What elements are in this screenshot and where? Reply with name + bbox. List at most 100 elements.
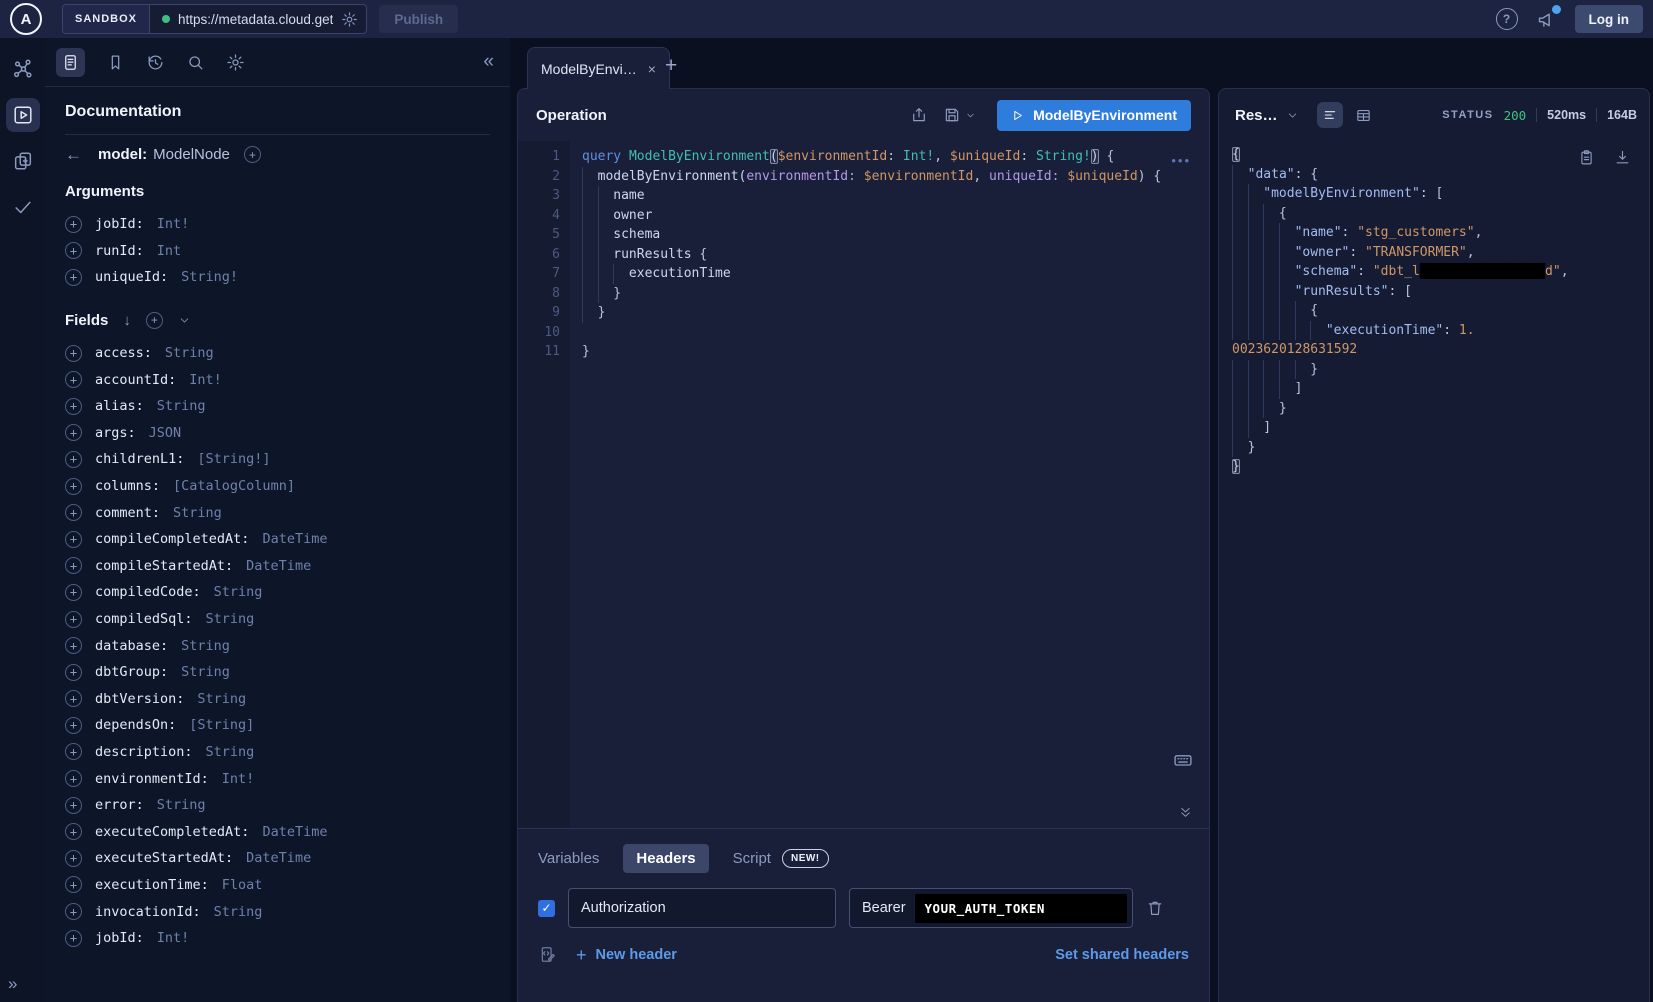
add-field-icon[interactable]: +	[65, 216, 82, 233]
add-field-icon[interactable]: +	[65, 930, 82, 947]
add-field-icon[interactable]: +	[65, 797, 82, 814]
new-header-button[interactable]: + New header	[576, 946, 677, 964]
close-icon[interactable]: ×	[648, 61, 656, 77]
add-field-icon[interactable]: +	[65, 242, 82, 259]
save-button[interactable]	[943, 106, 976, 124]
add-field-icon[interactable]: +	[65, 611, 82, 628]
rail-item-explorer[interactable]	[6, 98, 40, 132]
auth-token-value[interactable]: YOUR_AUTH_TOKEN	[915, 894, 1127, 923]
field-type-link[interactable]: Int!	[157, 930, 190, 946]
field-type-link[interactable]: DateTime	[262, 531, 327, 547]
expand-rail-button[interactable]: »	[0, 974, 17, 994]
editor-menu-button[interactable]: •••	[1171, 153, 1191, 168]
table-view-button[interactable]	[1355, 107, 1372, 124]
rail-item-schema[interactable]	[6, 52, 40, 86]
add-field-icon[interactable]: +	[65, 770, 82, 787]
argument-type-link[interactable]: Int!	[157, 216, 190, 232]
add-field-icon[interactable]: +	[65, 584, 82, 601]
field-type-link[interactable]: Float	[222, 877, 263, 893]
add-field-icon[interactable]: +	[65, 903, 82, 920]
add-field-icon[interactable]: +	[65, 823, 82, 840]
field-type-link[interactable]: JSON	[149, 425, 182, 441]
graphql-editor[interactable]: ••• 1query ModelByEnvironment($environme…	[518, 141, 1209, 828]
history-button[interactable]	[146, 53, 165, 72]
add-field-icon[interactable]: +	[65, 743, 82, 760]
help-icon[interactable]: ?	[1496, 8, 1518, 30]
header-enabled-checkbox[interactable]: ✓	[538, 900, 555, 917]
add-field-icon[interactable]: +	[65, 876, 82, 893]
new-tab-button[interactable]: +	[665, 55, 677, 76]
field-type-link[interactable]: String	[181, 664, 230, 680]
add-field-icon[interactable]: +	[65, 371, 82, 388]
add-all-fields-icon[interactable]: +	[146, 312, 163, 329]
add-field-icon[interactable]: +	[65, 850, 82, 867]
field-type-link[interactable]: String	[206, 611, 255, 627]
tab-script[interactable]: Script	[733, 850, 771, 867]
header-key-input[interactable]: Authorization	[568, 888, 836, 928]
rail-item-collections[interactable]	[6, 144, 40, 178]
add-field-icon[interactable]: +	[65, 398, 82, 415]
collapse-bottom-panel-button[interactable]	[1178, 805, 1193, 820]
add-field-icon[interactable]: +	[65, 478, 82, 495]
operation-tab[interactable]: ModelByEnvi… ×	[527, 47, 670, 89]
docs-tab-button[interactable]	[56, 48, 85, 77]
field-type-link[interactable]: [String!]	[197, 451, 270, 467]
add-field-icon[interactable]: +	[65, 504, 82, 521]
field-type-link[interactable]: String	[197, 691, 246, 707]
field-type-link[interactable]: String	[206, 744, 255, 760]
field-type-link[interactable]: String	[181, 638, 230, 654]
field-type-link[interactable]: [String]	[189, 717, 254, 733]
argument-type-link[interactable]: Int	[157, 243, 181, 259]
field-type-link[interactable]: String	[214, 904, 263, 920]
announcements-button[interactable]	[1536, 9, 1557, 30]
delete-header-button[interactable]	[1146, 899, 1164, 917]
rail-item-checks[interactable]	[6, 190, 40, 224]
sort-icon[interactable]: ↓	[123, 312, 131, 329]
chevron-down-icon[interactable]	[178, 314, 191, 327]
back-arrow-icon[interactable]: ←	[65, 146, 82, 163]
field-type-link[interactable]: Int!	[189, 372, 222, 388]
breadcrumb-type-link[interactable]: ModelNode	[153, 146, 230, 163]
raw-view-button[interactable]	[1317, 102, 1343, 128]
search-button[interactable]	[186, 53, 205, 72]
add-field-icon[interactable]: +	[65, 345, 82, 362]
add-field-icon[interactable]: +	[65, 664, 82, 681]
add-field-icon[interactable]: +	[65, 424, 82, 441]
response-title-dropdown[interactable]: Res…	[1235, 107, 1299, 124]
endpoint-url-input[interactable]: https://metadata.cloud.get	[178, 12, 333, 27]
settings-button[interactable]	[226, 53, 245, 72]
header-value-input[interactable]: Bearer YOUR_AUTH_TOKEN	[849, 888, 1133, 928]
field-type-link[interactable]: [CatalogColumn]	[173, 478, 295, 494]
tab-variables[interactable]: Variables	[538, 850, 599, 867]
add-field-icon[interactable]: +	[65, 637, 82, 654]
field-type-link[interactable]: String	[214, 584, 263, 600]
field-type-link[interactable]: String	[173, 505, 222, 521]
login-button[interactable]: Log in	[1575, 5, 1644, 33]
add-field-icon[interactable]: +	[65, 557, 82, 574]
add-field-icon[interactable]: +	[65, 451, 82, 468]
add-field-icon[interactable]: +	[65, 269, 82, 286]
argument-type-link[interactable]: String!	[181, 269, 238, 285]
tab-headers[interactable]: Headers	[623, 844, 708, 873]
endpoint-settings-button[interactable]	[333, 11, 366, 28]
field-type-link[interactable]: DateTime	[262, 824, 327, 840]
share-button[interactable]	[910, 106, 928, 124]
collapse-docs-button[interactable]: «	[483, 51, 494, 73]
add-field-icon[interactable]: +	[65, 690, 82, 707]
field-type-link[interactable]: String	[157, 398, 206, 414]
field-type-link[interactable]: DateTime	[246, 850, 311, 866]
bookmarks-button[interactable]	[106, 53, 125, 72]
keyboard-shortcuts-button[interactable]	[1173, 750, 1193, 770]
field-type-link[interactable]: String	[157, 797, 206, 813]
env-variables-button[interactable]	[538, 945, 557, 964]
field-type-link[interactable]: String	[165, 345, 214, 361]
field-type-link[interactable]: Int!	[222, 771, 255, 787]
publish-button[interactable]: Publish	[379, 5, 458, 33]
run-operation-button[interactable]: ModelByEnvironment	[997, 100, 1191, 131]
field-type-link[interactable]: DateTime	[246, 558, 311, 574]
set-shared-headers-link[interactable]: Set shared headers	[1055, 947, 1189, 963]
add-to-query-icon[interactable]: +	[244, 146, 261, 163]
add-field-icon[interactable]: +	[65, 531, 82, 548]
add-field-icon[interactable]: +	[65, 717, 82, 734]
apollo-logo-icon[interactable]: A	[10, 3, 42, 35]
